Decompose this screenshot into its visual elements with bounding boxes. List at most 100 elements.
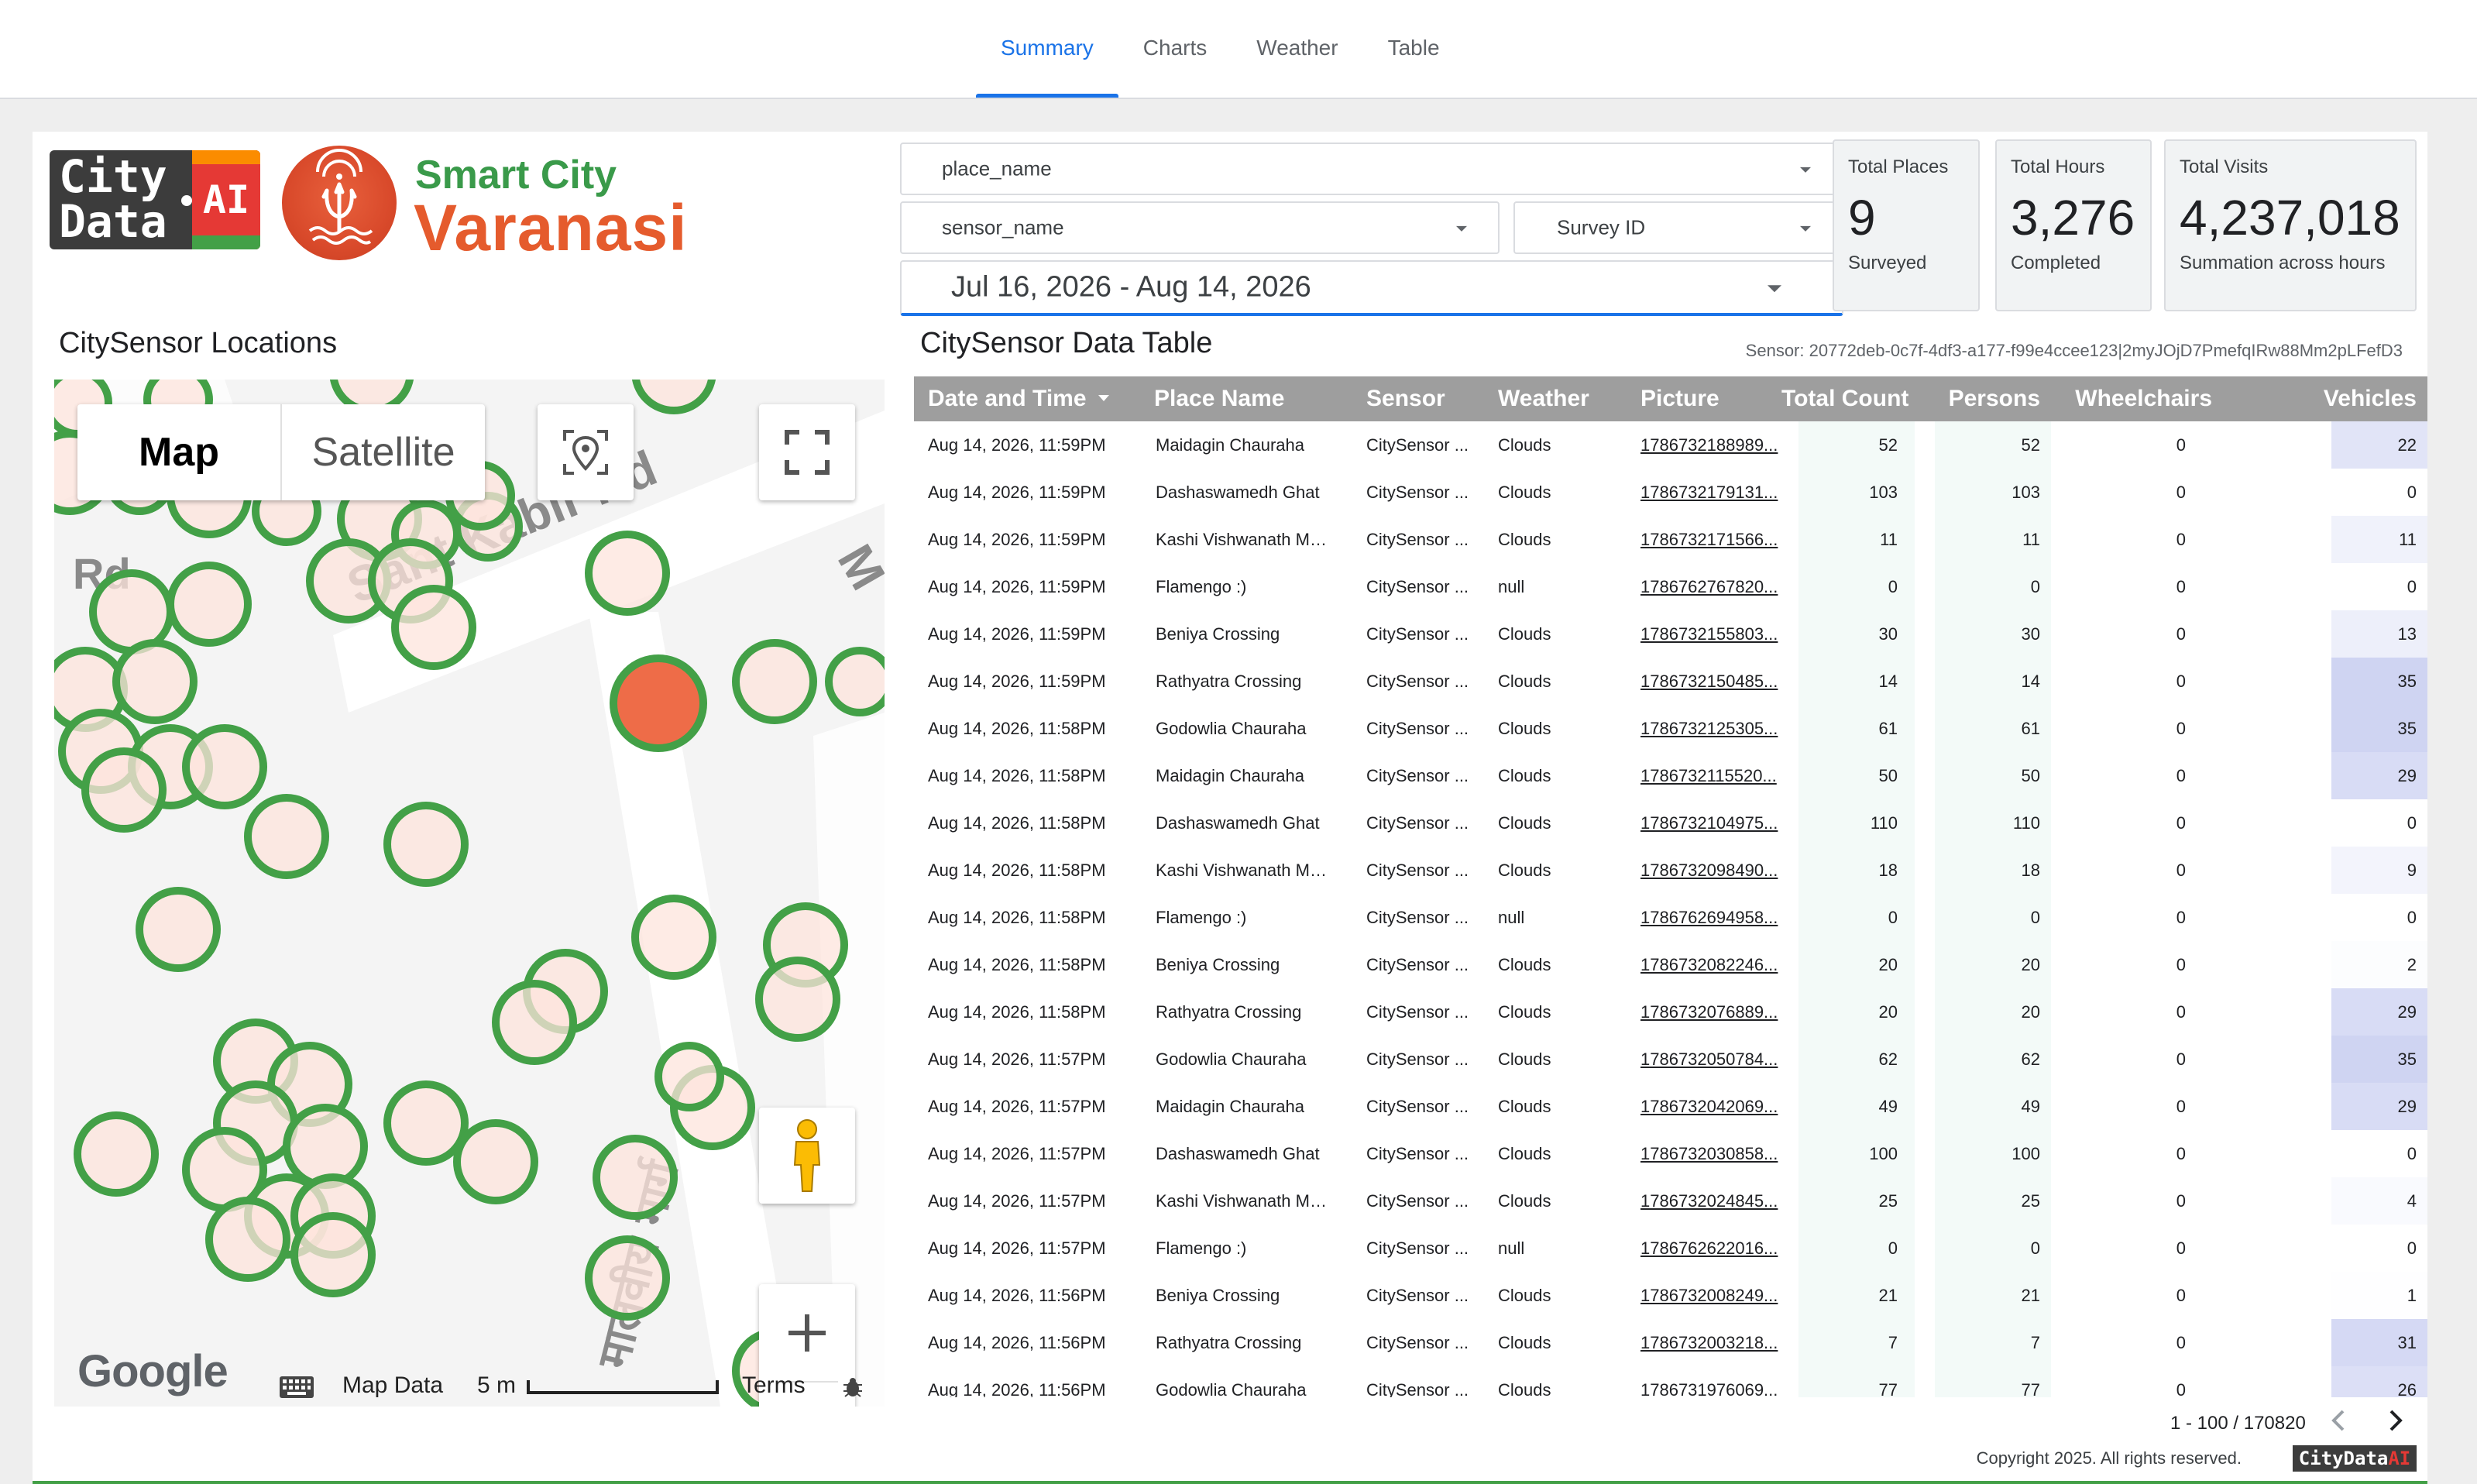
table-row[interactable]: Aug 14, 2026, 11:59PM Rathyatra Crossing C… — [914, 658, 2427, 705]
sensor-marker-highlighted[interactable] — [610, 654, 707, 752]
cell-picture-link[interactable]: 1786732050784... — [1640, 1036, 1788, 1083]
cell-picture-link[interactable]: 1786732098490... — [1640, 847, 1788, 894]
sensor-marker[interactable] — [290, 1212, 376, 1297]
column-header-total-count[interactable]: Total Count — [1781, 376, 1908, 421]
sensor-marker[interactable] — [244, 794, 329, 879]
cell-picture-link[interactable]: 1786732008249... — [1640, 1272, 1788, 1319]
survey-id-filter[interactable]: Survey ID — [1513, 201, 1843, 254]
table-row[interactable]: Aug 14, 2026, 11:56PM Rathyatra Crossing C… — [914, 1319, 2427, 1366]
keyboard-icon[interactable] — [279, 1376, 314, 1399]
sensor-marker[interactable] — [112, 639, 198, 724]
cell-picture-link[interactable]: 1786732188989... — [1640, 421, 1788, 469]
cell-picture-link[interactable]: 1786732115520... — [1640, 752, 1788, 799]
cell-picture-link[interactable]: 1786732003218... — [1640, 1319, 1788, 1366]
table-row[interactable]: Aug 14, 2026, 11:58PM Maidagin Chauraha Ci… — [914, 752, 2427, 799]
table-row[interactable]: Aug 14, 2026, 11:58PM Dashaswamedh Ghat Ci… — [914, 799, 2427, 847]
table-row[interactable]: Aug 14, 2026, 11:57PM Kashi Vishwanath Ma… — [914, 1177, 2427, 1225]
sensor-marker[interactable] — [283, 1104, 368, 1189]
sensor-marker[interactable] — [654, 1042, 724, 1111]
fullscreen-button[interactable] — [759, 404, 855, 500]
sensor-marker[interactable] — [631, 895, 716, 980]
sensor-marker[interactable] — [391, 585, 476, 670]
next-page-button[interactable] — [2379, 1405, 2410, 1436]
cell-picture-link[interactable]: 1786731976069... — [1640, 1366, 1788, 1397]
sensor-marker[interactable] — [585, 531, 670, 616]
column-header-vehicles[interactable]: Vehicles — [2231, 376, 2417, 421]
table-row[interactable]: Aug 14, 2026, 11:59PM Dashaswamedh Ghat Ci… — [914, 469, 2427, 516]
cell-picture-link[interactable]: 1786762767820... — [1640, 563, 1788, 610]
map-type-satellite-button[interactable]: Satellite — [282, 404, 485, 500]
sensor-marker[interactable] — [453, 1119, 538, 1204]
cell-picture-link[interactable]: 1786732082246... — [1640, 941, 1788, 988]
place-name-filter[interactable]: place_name — [900, 143, 1843, 195]
table-row[interactable]: Aug 14, 2026, 11:57PM Flamengo :) CitySens… — [914, 1225, 2427, 1272]
sensor-name-filter[interactable]: sensor_name — [900, 201, 1500, 254]
cell-picture-link[interactable]: 1786732155803... — [1640, 610, 1788, 658]
sensor-marker[interactable] — [136, 887, 221, 972]
cell-picture-link[interactable]: 1786732171566... — [1640, 516, 1788, 563]
cell-picture-link[interactable]: 1786732150485... — [1640, 658, 1788, 705]
column-header-persons[interactable]: Persons — [1921, 376, 2040, 421]
tab-table[interactable]: Table — [1363, 0, 1465, 98]
table-row[interactable]: Aug 14, 2026, 11:58PM Flamengo :) CitySens… — [914, 894, 2427, 941]
sensor-marker[interactable] — [585, 1235, 670, 1321]
date-range-filter[interactable]: Jul 16, 2026 - Aug 14, 2026 — [900, 260, 1843, 316]
sensor-marker[interactable] — [825, 647, 885, 716]
bug-report-icon[interactable] — [841, 1376, 864, 1399]
sensor-marker[interactable] — [167, 562, 252, 647]
table-row[interactable]: Aug 14, 2026, 11:58PM Kashi Vishwanath Ma… — [914, 847, 2427, 894]
sensor-marker[interactable] — [89, 569, 174, 654]
table-row[interactable]: Aug 14, 2026, 11:56PM Godowlia Chauraha Ci… — [914, 1366, 2427, 1397]
sensor-marker[interactable] — [205, 1197, 290, 1282]
table-row[interactable]: Aug 14, 2026, 11:57PM Maidagin Chauraha Ci… — [914, 1083, 2427, 1130]
column-header-weather[interactable]: Weather — [1498, 376, 1622, 421]
cell-picture-link[interactable]: 1786732179131... — [1640, 469, 1788, 516]
cell-sensor: CitySensor ... — [1366, 1333, 1469, 1352]
map-canvas[interactable]: Rd Sant Kabir Rd M मालवीय मार्ग — [54, 380, 885, 1407]
table-row[interactable]: Aug 14, 2026, 11:56PM Beniya Crossing City… — [914, 1272, 2427, 1319]
table-row[interactable]: Aug 14, 2026, 11:57PM Godowlia Chauraha Ci… — [914, 1036, 2427, 1083]
column-header-sensor[interactable]: Sensor — [1366, 376, 1490, 421]
terms-link[interactable]: Terms — [742, 1372, 806, 1399]
tab-charts[interactable]: Charts — [1118, 0, 1232, 98]
previous-page-button[interactable] — [2324, 1405, 2355, 1436]
sensor-marker[interactable] — [81, 747, 167, 833]
table-row[interactable]: Aug 14, 2026, 11:59PM Flamengo :) CitySens… — [914, 563, 2427, 610]
cell-picture-link[interactable]: 1786732104975... — [1640, 799, 1788, 847]
sensor-map[interactable]: Rd Sant Kabir Rd M मालवीय मार्ग Map Sate… — [54, 380, 885, 1407]
map-type-map-button[interactable]: Map — [77, 404, 282, 500]
cell-picture-link[interactable]: 1786762622016... — [1640, 1225, 1788, 1272]
sensor-marker[interactable] — [492, 980, 577, 1065]
map-data-link[interactable]: Map Data — [342, 1372, 443, 1399]
column-header-wheelchairs[interactable]: Wheelchairs — [2060, 376, 2212, 421]
sensor-marker[interactable] — [383, 802, 469, 887]
sensor-marker[interactable] — [755, 957, 840, 1042]
cell-picture-link[interactable]: 1786732076889... — [1640, 988, 1788, 1036]
sort-descending-icon[interactable] — [1098, 395, 1109, 401]
cell-picture-link[interactable]: 1786732125305... — [1640, 705, 1788, 752]
table-row[interactable]: Aug 14, 2026, 11:59PM Maidagin Chauraha Ci… — [914, 421, 2427, 469]
cell-picture-link[interactable]: 1786732030858... — [1640, 1130, 1788, 1177]
table-row[interactable]: Aug 14, 2026, 11:57PM Dashaswamedh Ghat Ci… — [914, 1130, 2427, 1177]
sensor-marker[interactable] — [182, 724, 267, 809]
sensor-marker[interactable] — [593, 1135, 678, 1220]
tab-summary[interactable]: Summary — [976, 0, 1118, 98]
column-header-place-name[interactable]: Place Name — [1154, 376, 1348, 421]
tab-weather[interactable]: Weather — [1232, 0, 1362, 98]
table-row[interactable]: Aug 14, 2026, 11:59PM Beniya Crossing City… — [914, 610, 2427, 658]
cell-picture-link[interactable]: 1786762694958... — [1640, 894, 1788, 941]
my-location-button[interactable] — [538, 404, 634, 500]
sensor-marker[interactable] — [74, 1111, 159, 1197]
sensor-marker[interactable] — [732, 639, 817, 724]
table-row[interactable]: Aug 14, 2026, 11:58PM Godowlia Chauraha Ci… — [914, 705, 2427, 752]
sensor-marker[interactable] — [631, 380, 716, 414]
cell-picture-link[interactable]: 1786732024845... — [1640, 1177, 1788, 1225]
table-row[interactable]: Aug 14, 2026, 11:59PM Kashi Vishwanath Ma… — [914, 516, 2427, 563]
cell-datetime: Aug 14, 2026, 11:56PM — [928, 1333, 1106, 1352]
table-row[interactable]: Aug 14, 2026, 11:58PM Rathyatra Crossing C… — [914, 988, 2427, 1036]
sensor-marker[interactable] — [383, 1080, 469, 1166]
cell-picture-link[interactable]: 1786732042069... — [1640, 1083, 1788, 1130]
street-view-pegman[interactable] — [759, 1108, 855, 1204]
table-row[interactable]: Aug 14, 2026, 11:58PM Beniya Crossing City… — [914, 941, 2427, 988]
column-header-picture[interactable]: Picture — [1640, 376, 1788, 421]
